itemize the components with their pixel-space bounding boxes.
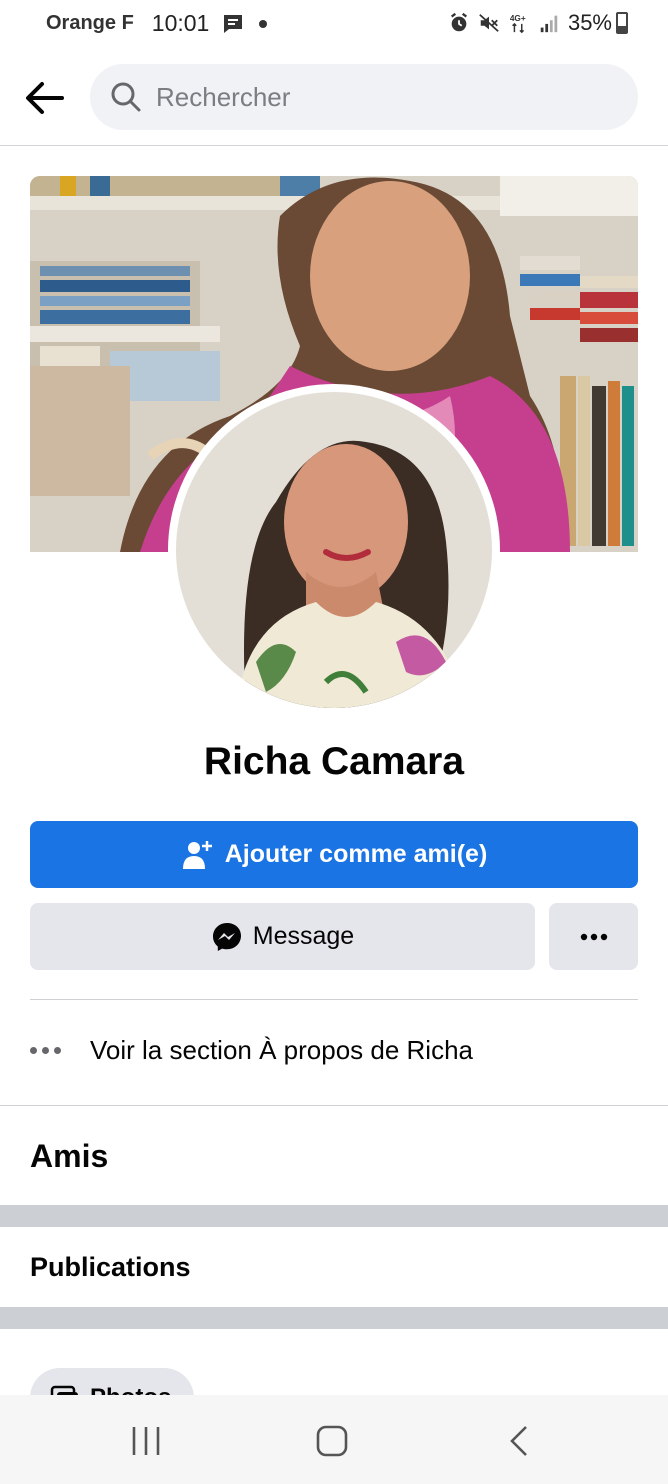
- top-nav: [0, 50, 668, 146]
- section-band: [0, 1307, 668, 1329]
- profile-picture[interactable]: [168, 384, 500, 716]
- person-plus-icon: [182, 840, 212, 869]
- mute-icon: [479, 14, 499, 32]
- arrow-left-icon[interactable]: [22, 76, 66, 120]
- search-input[interactable]: [156, 81, 596, 113]
- profile-name: Richa Camara: [203, 740, 465, 783]
- battery-percent: 35%: [567, 10, 612, 35]
- more-options-button[interactable]: [549, 903, 638, 970]
- svg-text:4G+: 4G+: [510, 14, 526, 23]
- posts-section-title: Publications: [30, 1252, 191, 1282]
- message-label: Message: [252, 922, 355, 950]
- status-right: 4G+ 35%: [448, 10, 628, 36]
- system-nav-bar: [0, 1395, 668, 1484]
- add-friend-button[interactable]: Ajouter comme ami(e): [30, 821, 638, 888]
- friends-section-title[interactable]: Amis: [30, 1138, 108, 1175]
- recents-icon[interactable]: [124, 1419, 168, 1463]
- dots-icon: [30, 1046, 66, 1054]
- divider: [30, 999, 638, 1000]
- message-notification-icon: [224, 14, 243, 33]
- more-dots-icon: [580, 933, 607, 940]
- about-link[interactable]: Voir la section À propos de Richa: [30, 1020, 638, 1080]
- messenger-icon: [212, 922, 241, 951]
- avatar: [176, 392, 492, 708]
- carrier-name: Orange F: [46, 12, 134, 34]
- search-bar[interactable]: [90, 64, 638, 130]
- search-icon: [111, 82, 141, 112]
- network-4g-icon: 4G+: [510, 14, 526, 34]
- battery-icon: [616, 12, 628, 34]
- notification-dot-icon: [259, 19, 268, 28]
- signal-icon: [540, 15, 558, 33]
- home-icon[interactable]: [310, 1419, 354, 1463]
- back-chevron-icon[interactable]: [498, 1419, 542, 1463]
- section-separator: [0, 1105, 668, 1106]
- message-button[interactable]: Message: [30, 903, 535, 970]
- section-band: [0, 1205, 668, 1227]
- add-friend-label: Ajouter comme ami(e): [224, 840, 488, 868]
- status-bar: Orange F 10:01 4G+ 35%: [0, 0, 668, 50]
- status-left: Orange F 10:01: [46, 10, 268, 37]
- status-time: 10:01: [151, 10, 210, 36]
- alarm-icon: [450, 12, 467, 32]
- about-label: Voir la section À propos de Richa: [90, 1034, 473, 1065]
